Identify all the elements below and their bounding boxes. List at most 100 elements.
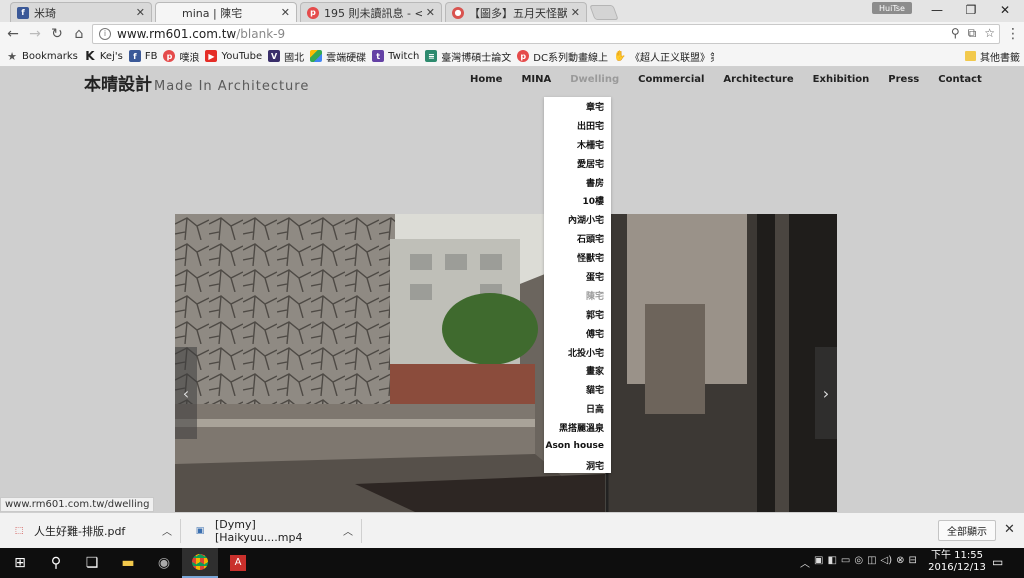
bookmark-item[interactable]: ★ Bookmarks <box>6 49 78 63</box>
bookmark-item[interactable]: f FB <box>128 50 157 62</box>
dropdown-item[interactable]: 北投小宅 <box>544 343 611 362</box>
home-icon[interactable]: ⌂ <box>68 26 90 42</box>
dropdown-item[interactable]: 木柵宅 <box>544 135 611 154</box>
browser-toolbar: ← → ↻ ⌂ i www.rm601.com.tw/blank-9 ⚲ ⧉ ☆ <box>0 22 1024 46</box>
nav-contact[interactable]: Contact <box>938 74 982 85</box>
bookmark-item[interactable]: ≡ 臺灣博碩士論文 <box>425 49 511 64</box>
chevron-up-icon[interactable]: ︿ <box>162 523 172 538</box>
back-icon[interactable]: ← <box>2 26 24 42</box>
dropdown-item[interactable]: 出田宅 <box>544 116 611 135</box>
tray-app-icon[interactable]: ⊗ <box>896 555 904 570</box>
dropdown-item[interactable]: 書房 <box>544 173 611 192</box>
site-nav: Home MINA Dwelling Commercial Architectu… <box>470 74 1001 85</box>
acrobat-icon[interactable]: A <box>220 548 256 578</box>
nav-home[interactable]: Home <box>470 74 502 85</box>
url-host: www.rm601.com.tw <box>117 27 237 41</box>
other-bookmarks[interactable]: 其他書籤 <box>965 49 1020 64</box>
tray-app-icon[interactable]: ◎ <box>854 555 863 570</box>
address-bar[interactable]: i www.rm601.com.tw/blank-9 ⚲ ⧉ ☆ <box>92 24 1000 44</box>
hero-slideshow: ‹ › <box>175 214 837 512</box>
notification-icon[interactable]: ▭ <box>992 555 1003 569</box>
bookmark-star-icon[interactable]: ☆ <box>984 26 995 41</box>
download-item[interactable]: ▣ [Dymy][Haikyuu....mp4 ︿ <box>193 518 353 544</box>
star-icon: ★ <box>7 49 17 63</box>
close-icon[interactable]: ✕ <box>426 6 435 19</box>
file-explorer-icon[interactable]: ▬ <box>110 548 146 578</box>
bookmark-item[interactable]: p 噗浪 <box>163 49 199 64</box>
reload-icon[interactable]: ↻ <box>46 26 68 42</box>
dropdown-item-current[interactable]: 陳宅 <box>544 286 611 305</box>
network-icon[interactable]: ◫ <box>867 555 876 570</box>
volume-icon[interactable]: ◁) <box>881 555 893 570</box>
dropdown-item[interactable]: 怪獸宅 <box>544 248 611 267</box>
bookmark-item[interactable]: t Twitch <box>372 50 419 62</box>
bookmark-item[interactable]: p DC系列動畫線上 <box>517 49 608 64</box>
dropdown-item[interactable]: 10樓 <box>544 191 611 210</box>
new-tab-button[interactable] <box>589 5 619 20</box>
tab-article[interactable]: ● 【圖多】五月天怪獸石頭 ✕ <box>445 2 587 22</box>
bookmark-item[interactable]: 雲端硬碟 <box>310 49 366 64</box>
tab-plurk[interactable]: p 195 則未讀訊息 - <美人 ✕ <box>300 2 442 22</box>
tab-title: 米琦 <box>34 6 56 20</box>
dropdown-item[interactable]: Ason house <box>544 437 611 456</box>
nav-dwelling[interactable]: Dwelling <box>570 74 619 85</box>
search-icon[interactable]: ⚲ <box>951 26 960 41</box>
minimize-icon[interactable]: — <box>920 0 954 20</box>
nav-mina[interactable]: MINA <box>521 74 551 85</box>
slide-next-button[interactable]: › <box>815 347 837 439</box>
dwelling-dropdown: 章宅 出田宅 木柵宅 愛居宅 書房 10樓 內湖小宅 石頭宅 怪獸宅 蛋宅 陳宅… <box>544 97 611 473</box>
tray-app-icon[interactable]: ▣ <box>814 555 823 570</box>
taskbar-clock[interactable]: 下午 11:55 2016/12/13 <box>928 550 986 574</box>
bookmark-item[interactable]: V 國北 <box>268 49 304 64</box>
chevron-up-icon[interactable]: ︿ <box>343 523 353 538</box>
dropdown-item[interactable]: 黑搭麗溫泉 <box>544 418 611 437</box>
dropdown-item[interactable]: 郭宅 <box>544 305 611 324</box>
menu-icon[interactable]: ⋮ <box>1006 26 1020 42</box>
tab-strip: f 米琦 ✕ mina | 陳宅 ✕ p 195 則未讀訊息 - <美人 ✕ ●… <box>0 0 1024 22</box>
dropdown-item[interactable]: 洞宅 <box>544 456 611 475</box>
ime-icon[interactable]: ⊟ <box>909 555 917 570</box>
battery-icon[interactable]: ▭ <box>841 555 850 570</box>
dropdown-item[interactable]: 石頭宅 <box>544 229 611 248</box>
dropdown-item[interactable]: 章宅 <box>544 97 611 116</box>
nav-architecture[interactable]: Architecture <box>723 74 793 85</box>
show-all-button[interactable]: 全部顯示 <box>938 520 996 541</box>
tab-active[interactable]: mina | 陳宅 ✕ <box>155 2 297 22</box>
restore-icon[interactable]: ❐ <box>954 0 988 20</box>
dropdown-item[interactable]: 傅宅 <box>544 324 611 343</box>
close-icon[interactable]: ✕ <box>1004 522 1015 537</box>
dropdown-item[interactable]: 內湖小宅 <box>544 210 611 229</box>
chrome-icon[interactable] <box>182 548 218 578</box>
download-item[interactable]: ⬚ 人生好難-排版.pdf ︿ <box>12 523 172 539</box>
dropdown-item[interactable]: 畫家 <box>544 361 611 380</box>
window-close-icon[interactable]: ✕ <box>988 0 1022 20</box>
info-icon[interactable]: i <box>99 28 111 40</box>
bookmark-item[interactable]: ✋ 《超人正义联盟》第 <box>614 49 714 64</box>
status-url: www.rm601.com.tw/dwelling <box>0 497 155 512</box>
dropdown-item[interactable]: 日高 <box>544 399 611 418</box>
dropdown-item[interactable]: 蛋宅 <box>544 267 611 286</box>
site-logo[interactable]: 本晴設計 Made In Architecture <box>84 70 309 95</box>
tab-title: 195 則未讀訊息 - <美人 <box>324 6 422 20</box>
close-icon[interactable]: ✕ <box>136 6 145 19</box>
search-icon[interactable]: ⚲ <box>38 548 74 578</box>
nav-commercial[interactable]: Commercial <box>638 74 704 85</box>
dropdown-item[interactable]: 貓宅 <box>544 380 611 399</box>
windows-start-icon[interactable]: ⊞ <box>2 548 38 578</box>
nav-press[interactable]: Press <box>888 74 919 85</box>
close-icon[interactable]: ✕ <box>571 6 580 19</box>
translate-icon[interactable]: ⧉ <box>968 26 977 41</box>
task-view-icon[interactable]: ❏ <box>74 548 110 578</box>
tab-facebook[interactable]: f 米琦 ✕ <box>10 2 152 22</box>
profile-badge[interactable]: HuiTse <box>872 2 912 14</box>
nav-exhibition[interactable]: Exhibition <box>813 74 870 85</box>
tray-app-icon[interactable]: ◧ <box>827 555 836 570</box>
close-icon[interactable]: ✕ <box>281 6 290 19</box>
bookmark-item[interactable]: ▶ YouTube <box>205 50 262 62</box>
bookmark-item[interactable]: K Kej's <box>84 49 123 63</box>
forward-icon[interactable]: → <box>24 26 46 42</box>
slide-prev-button[interactable]: ‹ <box>175 347 197 439</box>
app-icon[interactable]: ◉ <box>146 548 182 578</box>
dropdown-item[interactable]: 愛居宅 <box>544 154 611 173</box>
chevron-up-icon[interactable]: ︿ <box>800 555 810 570</box>
